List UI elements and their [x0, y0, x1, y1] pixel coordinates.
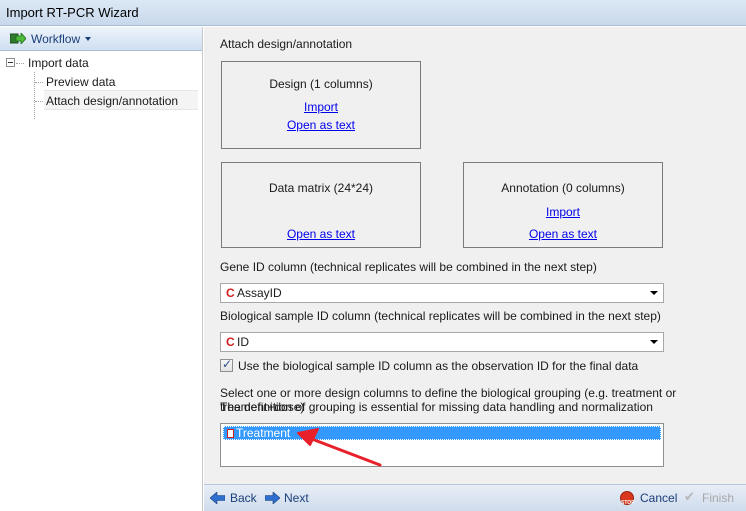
- tree-collapse-icon[interactable]: [6, 58, 15, 67]
- data-matrix-open-text-link[interactable]: Open as text: [222, 227, 420, 241]
- data-matrix-card: Data matrix (24*24) Open as text: [221, 162, 421, 248]
- bio-sample-id-label: Biological sample ID column (technical r…: [220, 309, 661, 323]
- checkmark-icon: ✔: [684, 489, 695, 504]
- grouping-list[interactable]: Treatment: [220, 423, 664, 467]
- back-label: Back: [230, 491, 257, 505]
- cancel-label: Cancel: [640, 491, 678, 505]
- tree-connector: [16, 63, 24, 64]
- tree-item-label-preview: Preview data: [46, 75, 116, 89]
- character-column-icon: C: [226, 286, 235, 300]
- bio-sample-id-select[interactable]: C ID: [220, 332, 664, 352]
- next-label: Next: [284, 491, 309, 505]
- stop-icon: STOP: [620, 491, 635, 506]
- title-bar: Import RT-PCR Wizard: [0, 0, 746, 26]
- wizard-footer: Back Next STOP Cancel ✔ Finish: [204, 484, 746, 511]
- gene-id-value: AssayID: [237, 286, 282, 300]
- observation-id-checkbox[interactable]: ✓: [220, 357, 233, 372]
- data-matrix-card-title: Data matrix (24*24): [268, 181, 374, 195]
- design-column-icon: [227, 429, 234, 438]
- workflow-header[interactable]: Workflow: [0, 27, 202, 51]
- tree-connector: [35, 101, 43, 102]
- cancel-button[interactable]: STOP Cancel: [620, 490, 680, 506]
- section-title: Attach design/annotation: [220, 37, 353, 51]
- list-item[interactable]: Treatment: [223, 426, 661, 440]
- next-button[interactable]: Next: [265, 490, 317, 506]
- bio-sample-id-value: ID: [237, 335, 249, 349]
- finish-button[interactable]: ✔ Finish: [684, 489, 740, 506]
- annotation-card-title: Annotation (0 columns): [501, 181, 625, 195]
- main-content: Attach design/annotation Design (1 colum…: [204, 27, 746, 484]
- annotation-card: Annotation (0 columns) Import Open as te…: [463, 162, 663, 248]
- tree-item-label-attach: Attach design/annotation: [46, 94, 179, 108]
- window-title: Import RT-PCR Wizard: [6, 5, 139, 20]
- character-column-icon: C: [226, 335, 235, 349]
- finish-label: Finish: [702, 491, 735, 505]
- dropdown-arrow-icon[interactable]: [650, 340, 658, 344]
- design-card-title: Design (1 columns): [269, 77, 373, 91]
- checkmark-icon: ✓: [222, 357, 233, 371]
- chevron-down-icon: [85, 37, 91, 41]
- workflow-arrow-icon: [10, 33, 26, 44]
- annotation-open-text-link[interactable]: Open as text: [464, 227, 662, 241]
- gene-id-select[interactable]: C AssayID: [220, 283, 664, 303]
- design-open-text-link[interactable]: Open as text: [222, 118, 420, 132]
- tree-connector: [35, 82, 43, 83]
- workflow-panel: Workflow Import data Preview data Attach…: [0, 27, 203, 511]
- annotation-import-link[interactable]: Import: [464, 205, 662, 219]
- list-item-label: Treatment: [236, 426, 291, 440]
- grouping-description-2: The definition of grouping is essential …: [220, 400, 653, 414]
- arrow-right-icon: [265, 492, 280, 504]
- design-card: Design (1 columns) Import Open as text: [221, 61, 421, 149]
- tree-connector: [34, 72, 35, 119]
- gene-id-label: Gene ID column (technical replicates wil…: [220, 260, 597, 274]
- dropdown-arrow-icon[interactable]: [650, 291, 658, 295]
- workflow-label: Workflow: [31, 32, 81, 46]
- observation-id-checkbox-label: Use the biological sample ID column as t…: [238, 359, 639, 373]
- tree-item-label: Import data: [28, 56, 89, 70]
- arrow-left-icon: [210, 492, 225, 504]
- back-button[interactable]: Back: [210, 490, 262, 506]
- tree-item-import-data[interactable]: Import data: [28, 54, 89, 72]
- design-import-link[interactable]: Import: [222, 100, 420, 114]
